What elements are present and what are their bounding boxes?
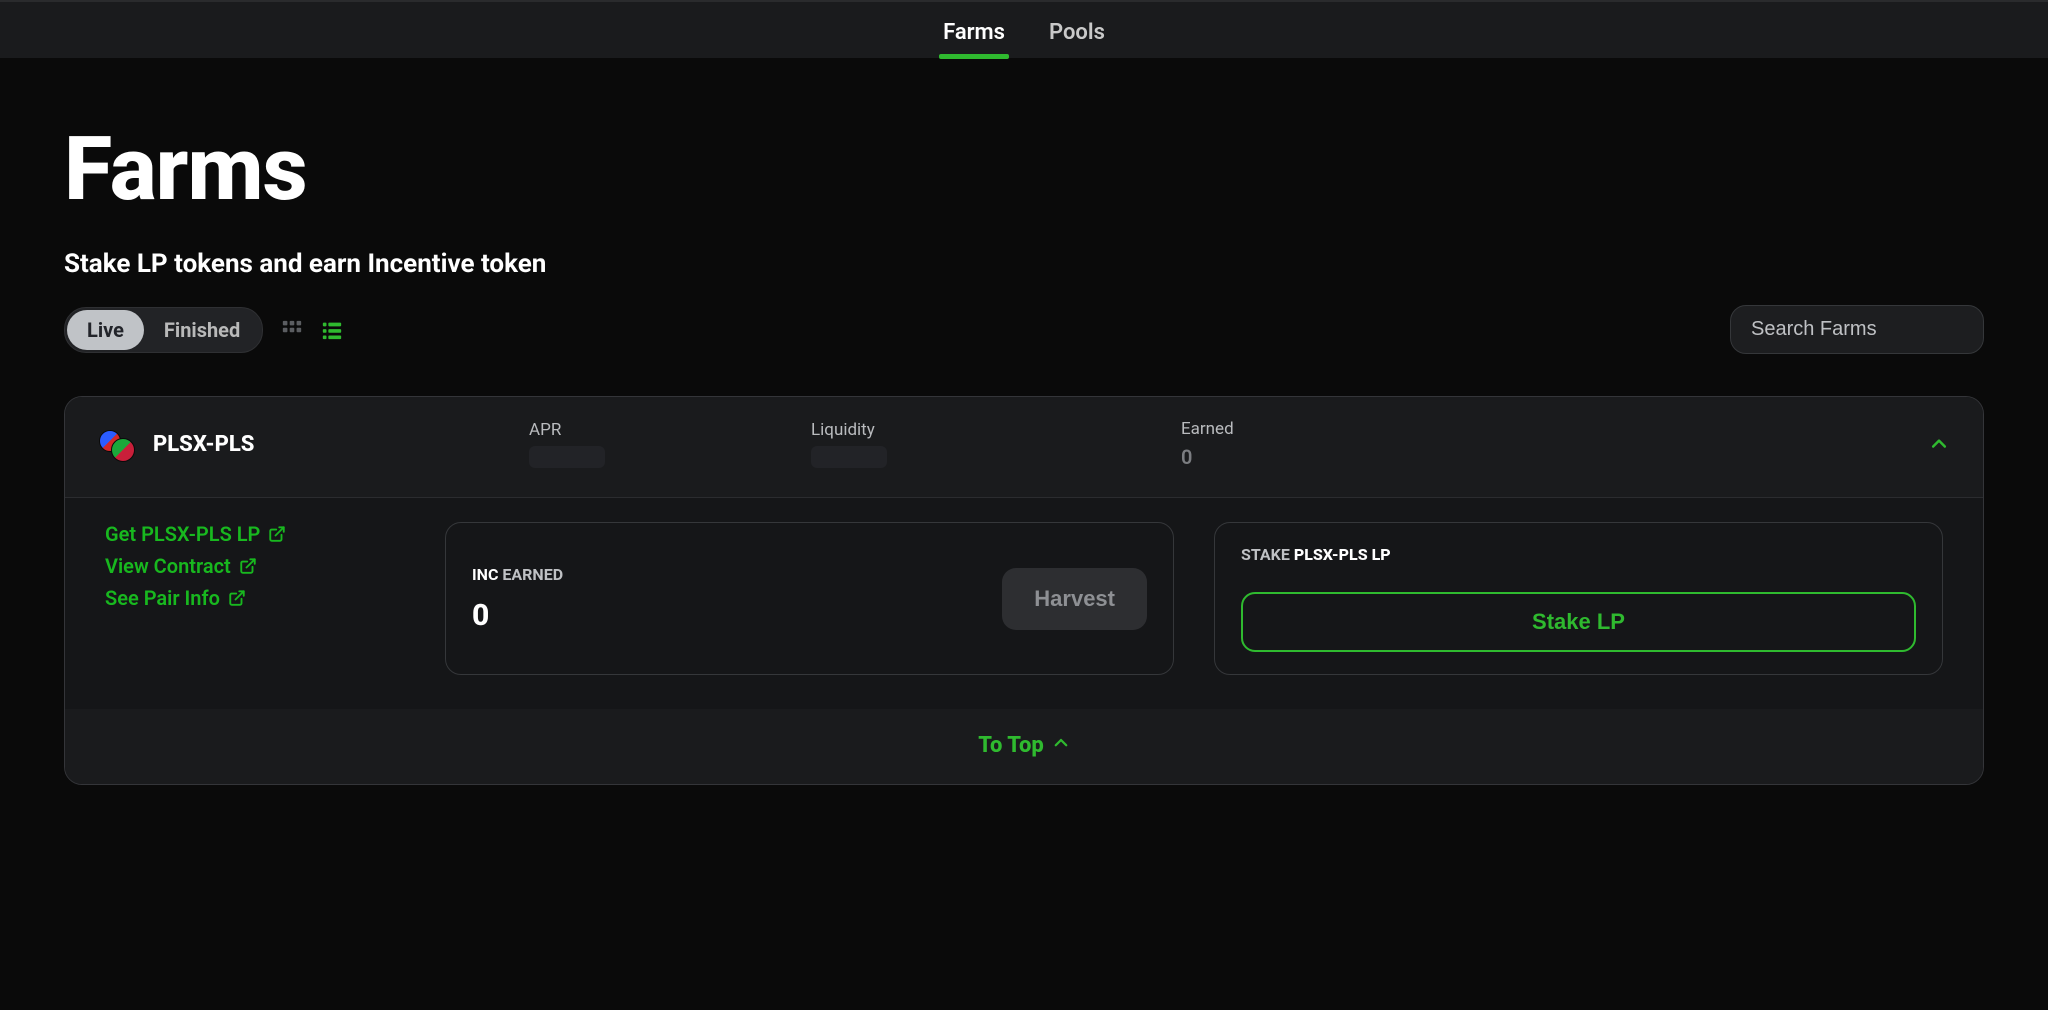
stake-lp-name: PLSX-PLS LP (1294, 545, 1391, 564)
farm-details: Get PLSX-PLS LP View Contract See Pair I… (65, 498, 1983, 709)
grid-view-icon[interactable] (281, 319, 303, 341)
link-see-pair[interactable]: See Pair Info (105, 586, 405, 610)
stake-box: STAKE PLSX-PLS LP Stake LP (1214, 522, 1943, 675)
search-input[interactable] (1751, 318, 1963, 341)
earned-value: 0 (472, 598, 563, 633)
chevron-up-icon (1052, 733, 1070, 758)
farm-links: Get PLSX-PLS LP View Contract See Pair I… (105, 522, 405, 675)
metric-earned-value: 0 (1181, 445, 1909, 469)
status-toggle: Live Finished (64, 307, 263, 353)
metric-apr-label: APR (529, 420, 811, 440)
external-link-icon (268, 525, 286, 543)
stake-prefix: STAKE (1241, 545, 1290, 564)
link-see-pair-label: See Pair Info (105, 586, 220, 610)
controls-row: Live Finished (64, 305, 1984, 354)
earned-box-left: INC EARNED 0 (472, 565, 563, 633)
chevron-up-icon (1929, 434, 1949, 454)
liquidity-skeleton (811, 446, 887, 468)
external-link-icon (239, 557, 257, 575)
controls-left: Live Finished (64, 307, 343, 353)
farm-name-cell: PLSX-PLS (99, 428, 529, 460)
earned-label: EARNED (502, 565, 563, 584)
view-toggle (281, 319, 343, 341)
page-content: Farms Stake LP tokens and earn Incentive… (0, 58, 2048, 825)
metric-apr: APR (529, 420, 811, 468)
to-top-label: To Top (978, 733, 1043, 758)
external-link-icon (228, 589, 246, 607)
stake-lp-button[interactable]: Stake LP (1241, 592, 1916, 652)
pair-token-icon (99, 428, 141, 460)
metric-liquidity-label: Liquidity (811, 420, 1181, 440)
earned-box-label: INC EARNED (472, 565, 563, 584)
apr-skeleton (529, 446, 605, 468)
collapse-toggle[interactable] (1909, 434, 1949, 454)
farm-row-header[interactable]: PLSX-PLS APR Liquidity Earned 0 (65, 397, 1983, 498)
top-nav: Farms Pools (0, 0, 2048, 58)
tab-pools[interactable]: Pools (1045, 6, 1109, 55)
tab-farms[interactable]: Farms (939, 6, 1009, 55)
link-get-lp-label: Get PLSX-PLS LP (105, 522, 260, 546)
farm-pair-name: PLSX-PLS (153, 432, 254, 457)
metric-earned-label: Earned (1181, 419, 1909, 439)
link-get-lp[interactable]: Get PLSX-PLS LP (105, 522, 405, 546)
search-wrapper (1730, 305, 1984, 354)
earned-box: INC EARNED 0 Harvest (445, 522, 1174, 675)
pill-finished[interactable]: Finished (144, 310, 260, 350)
to-top-button[interactable]: To Top (65, 709, 1983, 784)
harvest-button[interactable]: Harvest (1002, 568, 1147, 630)
page-title: Farms (64, 118, 1984, 221)
earned-token: INC (472, 565, 498, 584)
metric-earned: Earned 0 (1181, 419, 1909, 469)
page-subtitle: Stake LP tokens and earn Incentive token (64, 249, 1984, 279)
list-view-icon[interactable] (321, 319, 343, 341)
link-view-contract-label: View Contract (105, 554, 231, 578)
metric-liquidity: Liquidity (811, 420, 1181, 468)
stake-box-label: STAKE PLSX-PLS LP (1241, 545, 1391, 564)
pill-live[interactable]: Live (67, 310, 144, 350)
farm-card: PLSX-PLS APR Liquidity Earned 0 (64, 396, 1984, 785)
link-view-contract[interactable]: View Contract (105, 554, 405, 578)
